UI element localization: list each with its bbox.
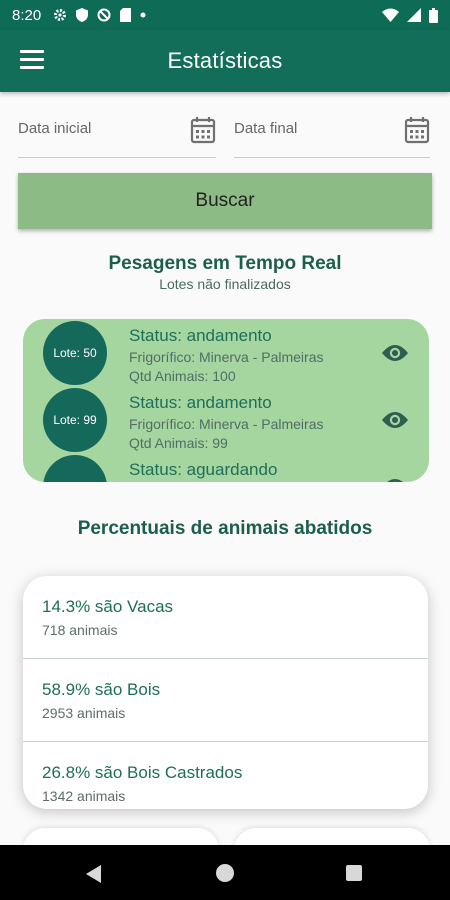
animal-count: 2953 animais <box>42 705 126 721</box>
recent-apps-icon[interactable] <box>346 865 362 881</box>
lot-status: Status: aguardando <box>129 460 278 479</box>
end-date-label: Data final <box>234 120 298 137</box>
percentage-label: 26.8% são Bois Castrados <box>42 763 243 782</box>
search-button[interactable]: Buscar <box>18 173 432 229</box>
percentage-label: 58.9% são Bois <box>42 680 161 699</box>
calendar-icon[interactable] <box>404 116 430 144</box>
app-bar: Estatísticas <box>0 30 450 92</box>
percentages-card: 14.3% são Vacas 718 animais 58.9% são Bo… <box>23 576 428 809</box>
eye-icon[interactable] <box>381 477 409 482</box>
lot-item[interactable]: Lote: 50 Status: andamento Frigorífico: … <box>23 321 429 389</box>
lot-item[interactable]: Lote: 99 Status: andamento Frigorífico: … <box>23 388 429 456</box>
animal-count: 718 animais <box>42 622 118 638</box>
lot-status: Status: andamento <box>129 393 272 412</box>
lot-frigorifico: Frigorífico: Minerva - Palmeiras <box>129 349 324 365</box>
percentages-title: Percentuais de animais abatidos <box>77 518 373 539</box>
start-date-label: Data inicial <box>18 120 92 137</box>
battery-icon <box>429 7 438 23</box>
status-bar: 8:20 <box>0 0 450 30</box>
lot-badge: Lote: 50 <box>43 321 107 385</box>
lot-qtd-animais: Qtd Animais: 99 <box>129 435 228 451</box>
eye-icon[interactable] <box>381 410 409 430</box>
lots-list[interactable]: Lote: 50 Status: andamento Frigorífico: … <box>23 319 429 482</box>
start-date-field[interactable]: Data inicial <box>18 108 216 158</box>
animal-count: 1342 animais <box>42 788 126 804</box>
percentage-label: 14.3% são Vacas <box>42 597 174 616</box>
wifi-icon <box>382 8 399 22</box>
navigation-bar <box>0 845 450 900</box>
calendar-icon[interactable] <box>190 116 216 144</box>
realtime-title: Pesagens em Tempo Real <box>108 253 342 274</box>
lot-badge <box>43 455 107 482</box>
lot-qtd-animais: Qtd Animais: 100 <box>129 368 236 384</box>
menu-icon[interactable] <box>20 50 44 70</box>
settings-icon <box>54 9 67 21</box>
eye-icon[interactable] <box>381 343 409 363</box>
notification-dot-icon <box>140 12 146 18</box>
list-item: 26.8% são Bois Castrados 1342 animais <box>23 742 428 809</box>
lot-frigorifico: Frigorífico: Minerva - Palmeiras <box>129 416 324 432</box>
signal-icon <box>407 8 421 22</box>
page-title: Estatísticas <box>167 48 283 73</box>
lot-badge: Lote: 99 <box>43 388 107 452</box>
end-date-field[interactable]: Data final <box>234 108 430 158</box>
sim-card-icon <box>120 8 132 22</box>
lot-status: Status: andamento <box>129 326 272 345</box>
blocked-icon <box>97 8 111 22</box>
home-icon[interactable] <box>216 864 234 882</box>
status-time: 8:20 <box>12 6 42 24</box>
list-item: 58.9% são Bois 2953 animais <box>23 659 428 742</box>
back-icon[interactable] <box>86 865 101 883</box>
realtime-subtitle: Lotes não finalizados <box>159 276 291 292</box>
lot-item[interactable]: Status: aguardando <box>23 455 429 482</box>
shield-icon <box>76 8 89 22</box>
list-item: 14.3% são Vacas 718 animais <box>23 576 428 659</box>
